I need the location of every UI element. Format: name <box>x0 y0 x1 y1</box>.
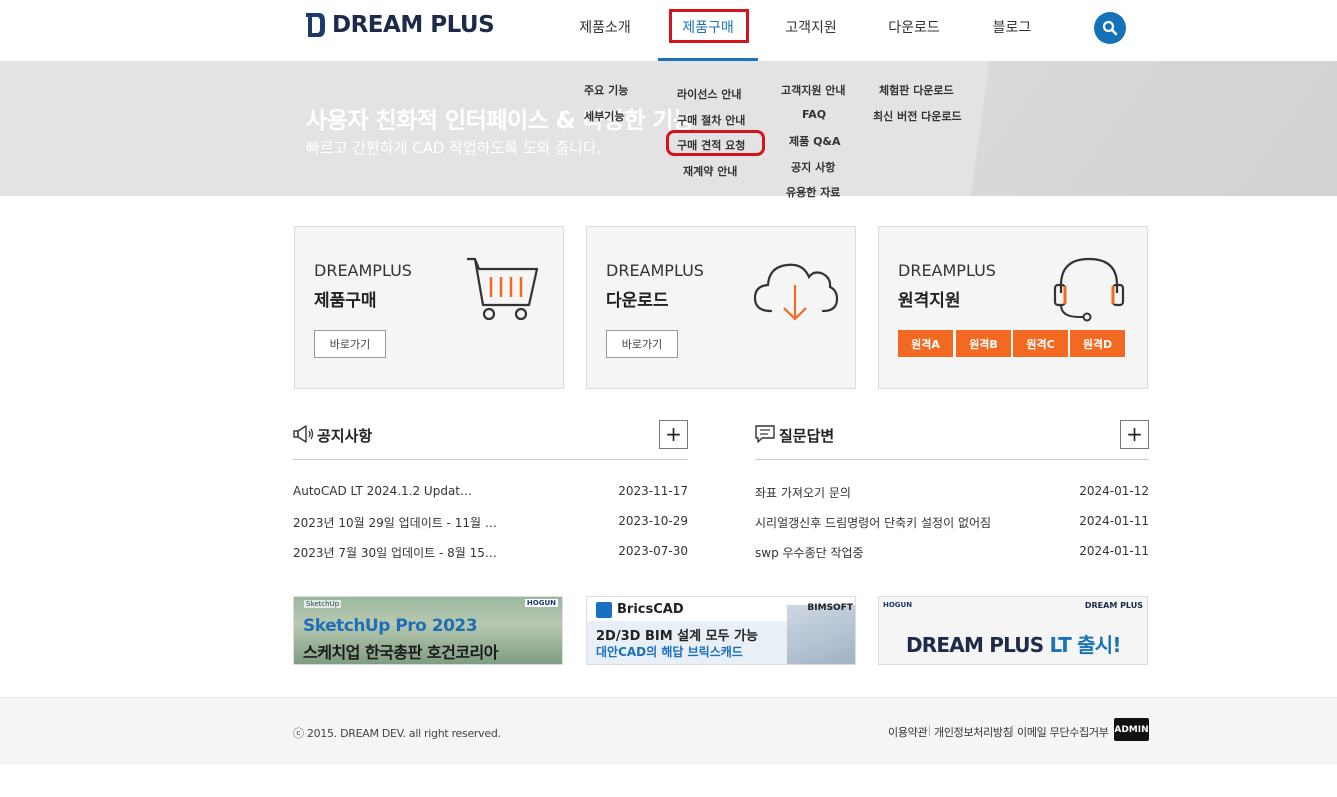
qna-more-button[interactable]: + <box>1120 420 1149 449</box>
qna-row-title[interactable]: swp 우수종단 작업중 <box>755 544 864 561</box>
remote-c-button[interactable]: 원격C <box>1013 330 1068 357</box>
bricscad-brand: BricsCAD <box>617 602 684 617</box>
card-purchase: DREAMPLUS 제품구매 바로가기 <box>294 226 564 389</box>
banner-title: 사용자 친화적 인터페이스 & 다양한 기능 <box>306 108 694 134</box>
remote-a-button[interactable]: 원격A <box>898 330 953 357</box>
notice-row-date: 2023-07-30 <box>618 544 688 558</box>
menu-notice[interactable]: 공지 사항 <box>791 159 835 175</box>
footer-separator <box>1012 725 1013 736</box>
ad-headline: 2D/3D BIM 설계 모두 가능 <box>596 629 758 644</box>
qna-row[interactable]: 좌표 가져오기 문의 2024-01-12 <box>755 484 1149 504</box>
ad-headline: DREAM PLUS LT 출시! <box>906 629 1121 658</box>
search-button[interactable] <box>1094 12 1126 44</box>
menu-license-info[interactable]: 라이선스 안내 <box>677 86 742 102</box>
menu-product-qna[interactable]: 제품 Q&A <box>789 133 841 149</box>
notice-row-date: 2023-10-29 <box>618 514 688 528</box>
banner-background-image <box>970 61 1337 196</box>
shopping-cart-icon <box>467 257 539 321</box>
menu-renewal-info[interactable]: 재계약 안내 <box>683 163 737 179</box>
nav-download[interactable]: 다운로드 <box>869 17 959 37</box>
menu-purchase-procedure[interactable]: 구매 절차 안내 <box>677 112 745 128</box>
notice-row-title[interactable]: 2023년 7월 30일 업데이트 - 8월 15… <box>293 544 497 561</box>
copyright: ⓒ 2015. DREAM DEV. all right reserved. <box>293 727 501 740</box>
logo-text: DREAM PLUS <box>332 12 495 38</box>
card-brand: DREAMPLUS <box>898 261 996 280</box>
notice-row-title[interactable]: 2023년 10월 29일 업데이트 - 11월 … <box>293 514 497 531</box>
qna-row-title[interactable]: 시리얼갱신후 드림명령어 단축키 설정이 없어짐 <box>755 514 991 531</box>
remote-d-button[interactable]: 원격D <box>1070 330 1125 357</box>
notice-row[interactable]: AutoCAD LT 2024.1.2 Updat… 2023-11-17 <box>293 484 688 504</box>
headset-icon <box>1053 257 1125 322</box>
bimsoft-badge: BIMSOFT <box>807 603 853 613</box>
chat-icon <box>755 425 775 443</box>
notice-row-date: 2023-11-17 <box>618 484 688 498</box>
ad-banner-bricscad[interactable]: BricsCAD BIMSOFT 2D/3D BIM 설계 모두 가능 대안CA… <box>586 596 856 665</box>
footer-link-email-refusal[interactable]: 이메일 무단수집거부 <box>1017 724 1109 740</box>
notice-row-title[interactable]: AutoCAD LT 2024.1.2 Updat… <box>293 484 472 498</box>
hogun-badge: HOGUN <box>883 601 913 609</box>
ad-headline-main: DREAM PLUS <box>906 633 1050 657</box>
qna-board-header: 질문답변 + <box>755 420 1149 460</box>
menu-main-features[interactable]: 주요 기능 <box>584 82 628 98</box>
ad-building-image <box>787 605 855 664</box>
banner-subtitle: 빠르고 간편하게 CAD 작업하도록 도와 줍니다. <box>306 139 602 157</box>
remote-b-button[interactable]: 원격B <box>956 330 1011 357</box>
qna-row-date: 2024-01-11 <box>1079 544 1149 558</box>
menu-latest-download[interactable]: 최신 버전 다운로드 <box>873 108 962 124</box>
cloud-download-icon <box>753 263 839 321</box>
megaphone-icon <box>293 425 314 443</box>
dreamplus-badge: DREAM PLUS <box>1084 601 1143 610</box>
download-go-button[interactable]: 바로가기 <box>606 330 678 358</box>
logo-mark-icon <box>306 13 325 37</box>
logo[interactable]: DREAM PLUS <box>306 12 495 38</box>
card-brand: DREAMPLUS <box>606 261 704 280</box>
menu-trial-download[interactable]: 체험판 다운로드 <box>879 82 954 98</box>
purchase-go-button[interactable]: 바로가기 <box>314 330 386 358</box>
notice-row[interactable]: 2023년 7월 30일 업데이트 - 8월 15… 2023-07-30 <box>293 544 688 564</box>
notice-board-header: 공지사항 + <box>293 420 688 460</box>
ad-headline: SketchUp Pro 2023 <box>303 616 478 636</box>
qna-row-date: 2024-01-11 <box>1079 514 1149 528</box>
hero-banner: 사용자 친화적 인터페이스 & 다양한 기능 빠르고 간편하게 CAD 작업하도… <box>0 61 1337 196</box>
qna-row[interactable]: swp 우수종단 작업중 2024-01-11 <box>755 544 1149 564</box>
site-footer: ⓒ 2015. DREAM DEV. all right reserved. 이… <box>0 697 1337 765</box>
sketchup-badge: SketchUp <box>304 600 342 608</box>
menu-detail-features[interactable]: 세부기능 <box>584 108 624 124</box>
site-header: DREAM PLUS 제품소개 제품구매 고객지원 다운로드 블로그 <box>0 0 1337 61</box>
qna-row-date: 2024-01-12 <box>1079 484 1149 498</box>
card-brand: DREAMPLUS <box>314 261 412 280</box>
ad-subline: 대안CAD의 해답 브릭스캐드 <box>596 645 743 659</box>
admin-button[interactable]: ADMIN <box>1114 718 1149 741</box>
search-icon <box>1102 20 1118 36</box>
nav-product-intro[interactable]: 제품소개 <box>560 17 650 37</box>
footer-link-terms[interactable]: 이용약관 <box>888 724 928 740</box>
footer-link-privacy[interactable]: 개인정보처리방침 <box>934 724 1013 740</box>
highlight-box-quote <box>666 130 765 156</box>
card-download: DREAMPLUS 다운로드 바로가기 <box>586 226 856 389</box>
card-remote-support: DREAMPLUS 원격지원 원격A 원격B 원격C 원격D <box>878 226 1148 389</box>
ad-subline: 스케치업 한국총판 호건코리아 <box>303 643 499 662</box>
ad-headline-accent: LT 출시! <box>1049 633 1122 657</box>
footer-separator <box>929 725 930 736</box>
qna-title: 질문답변 <box>779 427 835 445</box>
highlight-box-nav <box>669 9 749 43</box>
card-title: 제품구매 <box>314 291 377 311</box>
notice-row[interactable]: 2023년 10월 29일 업데이트 - 11월 … 2023-10-29 <box>293 514 688 534</box>
ad-banner-sketchup[interactable]: SketchUp HOGUN SketchUp Pro 2023 스케치업 한국… <box>293 596 563 665</box>
menu-support-info[interactable]: 고객지원 안내 <box>781 82 846 98</box>
card-title: 원격지원 <box>898 291 961 311</box>
card-title: 다운로드 <box>606 291 669 311</box>
notice-more-button[interactable]: + <box>659 420 688 449</box>
nav-customer-support[interactable]: 고객지원 <box>766 17 856 37</box>
menu-faq[interactable]: FAQ <box>802 108 826 121</box>
qna-row[interactable]: 시리얼갱신후 드림명령어 단축키 설정이 없어짐 2024-01-11 <box>755 514 1149 534</box>
menu-useful-resources[interactable]: 유용한 자료 <box>786 184 840 200</box>
notice-title: 공지사항 <box>317 427 373 445</box>
ad-banner-dreamplus-lt[interactable]: HOGUN DREAM PLUS DREAM PLUS LT 출시! <box>878 596 1148 665</box>
qna-row-title[interactable]: 좌표 가져오기 문의 <box>755 484 851 501</box>
hogun-badge: HOGUN <box>524 599 558 607</box>
nav-blog[interactable]: 블로그 <box>967 17 1057 37</box>
bricscad-logo-icon <box>596 602 612 618</box>
